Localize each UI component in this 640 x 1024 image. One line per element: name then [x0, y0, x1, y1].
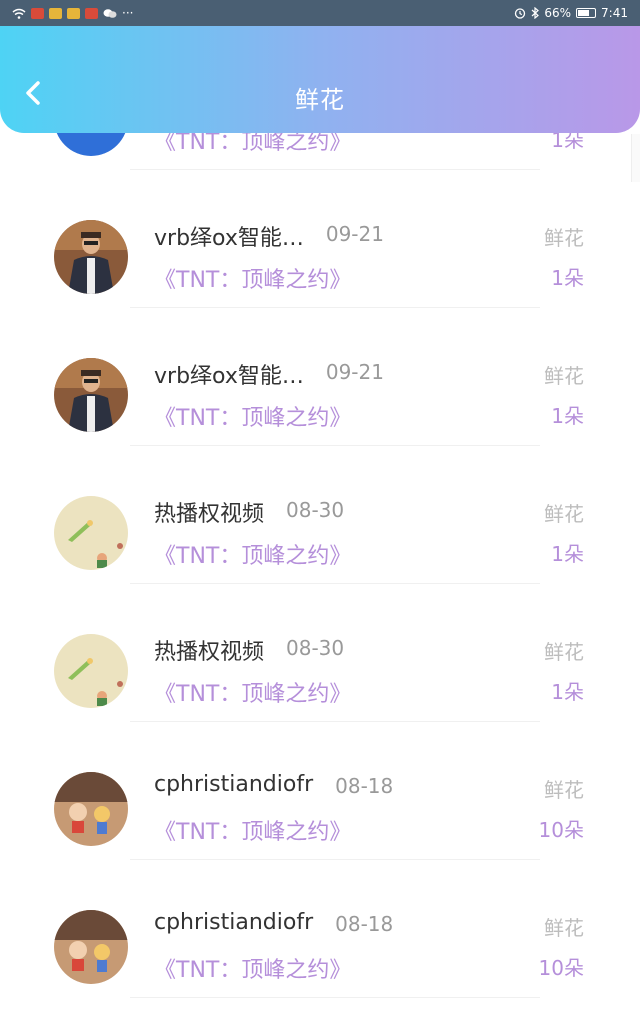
gift-type: 鲜花 [544, 778, 584, 802]
app-icon [85, 7, 98, 19]
sender-name: 热播权视频 [154, 640, 265, 665]
gift-quantity: 1朵 [551, 266, 584, 290]
show-title: 《TNT：顶峰之约》 [154, 268, 352, 293]
gift-list: 《TNT：顶峰之约》 1朵 vrb绎ox智能… 09-21 《TNT：顶峰之约》 鲜花 1朵… [0, 82, 640, 998]
status-left: ··· [12, 6, 133, 20]
show-title: 《TNT：顶峰之约》 [154, 820, 352, 845]
gift-type: 鲜花 [544, 640, 584, 664]
list-item[interactable]: vrb绎ox智能… 09-21 《TNT：顶峰之约》 鲜花 1朵 [0, 170, 640, 308]
gift-type: 鲜花 [544, 502, 584, 526]
gift-quantity: 1朵 [551, 404, 584, 428]
avatar[interactable] [54, 358, 128, 432]
more-notifications-icon: ··· [122, 6, 134, 20]
battery-percent: 66% [544, 6, 572, 20]
app-icon [49, 7, 62, 19]
gift-type: 鲜花 [544, 364, 584, 388]
gift-date: 09-21 [325, 360, 384, 384]
header-bar: 鲜花 [0, 26, 640, 133]
avatar[interactable] [54, 634, 128, 708]
gift-date: 08-18 [335, 912, 394, 936]
sender-name: vrb绎ox智能… [154, 364, 304, 389]
gift-date: 08-18 [335, 774, 394, 798]
list-item[interactable]: vrb绎ox智能… 09-21 《TNT：顶峰之约》 鲜花 1朵 [0, 308, 640, 446]
gift-quantity: 10朵 [538, 956, 584, 980]
row-divider [130, 997, 540, 998]
clock: 7:41 [601, 6, 628, 20]
gift-type: 鲜花 [544, 916, 584, 940]
show-title: 《TNT：顶峰之约》 [154, 544, 352, 569]
sender-name: 热播权视频 [154, 502, 265, 527]
sender-name: vrb绎ox智能… [154, 226, 304, 251]
wechat-icon [103, 8, 117, 18]
gift-date: 08-30 [286, 636, 345, 660]
show-title: 《TNT：顶峰之约》 [154, 958, 352, 983]
page-title: 鲜花 [295, 86, 345, 114]
list-item[interactable]: 热播权视频 08-30 《TNT：顶峰之约》 鲜花 1朵 [0, 446, 640, 584]
avatar[interactable] [54, 220, 128, 294]
status-bar: ··· 66% 7:41 [0, 0, 640, 26]
gift-quantity: 1朵 [551, 542, 584, 566]
bluetooth-icon [531, 7, 540, 19]
gift-quantity: 10朵 [538, 818, 584, 842]
gift-quantity: 1朵 [551, 680, 584, 704]
list-item[interactable]: cphristiandiofr 08-18 《TNT：顶峰之约》 鲜花 10朵 [0, 722, 640, 860]
show-title: 《TNT：顶峰之约》 [154, 406, 352, 431]
status-right: 66% 7:41 [514, 6, 628, 20]
sender-name: cphristiandiofr [154, 910, 314, 935]
wifi-icon [12, 8, 26, 19]
battery-icon [576, 8, 597, 18]
avatar[interactable] [54, 910, 128, 984]
avatar[interactable] [54, 772, 128, 846]
avatar[interactable] [54, 496, 128, 570]
weibo-icon [31, 7, 44, 19]
gift-date: 09-21 [325, 222, 384, 246]
list-item[interactable]: cphristiandiofr 08-18 《TNT：顶峰之约》 鲜花 10朵 [0, 860, 640, 998]
app-icon [67, 7, 80, 19]
battery-fill [578, 10, 589, 16]
list-item[interactable]: 热播权视频 08-30 《TNT：顶峰之约》 鲜花 1朵 [0, 584, 640, 722]
sender-name: cphristiandiofr [154, 772, 314, 797]
show-title: 《TNT：顶峰之约》 [154, 682, 352, 707]
gift-type: 鲜花 [544, 226, 584, 250]
alarm-icon [515, 8, 526, 19]
gift-date: 08-30 [286, 498, 345, 522]
